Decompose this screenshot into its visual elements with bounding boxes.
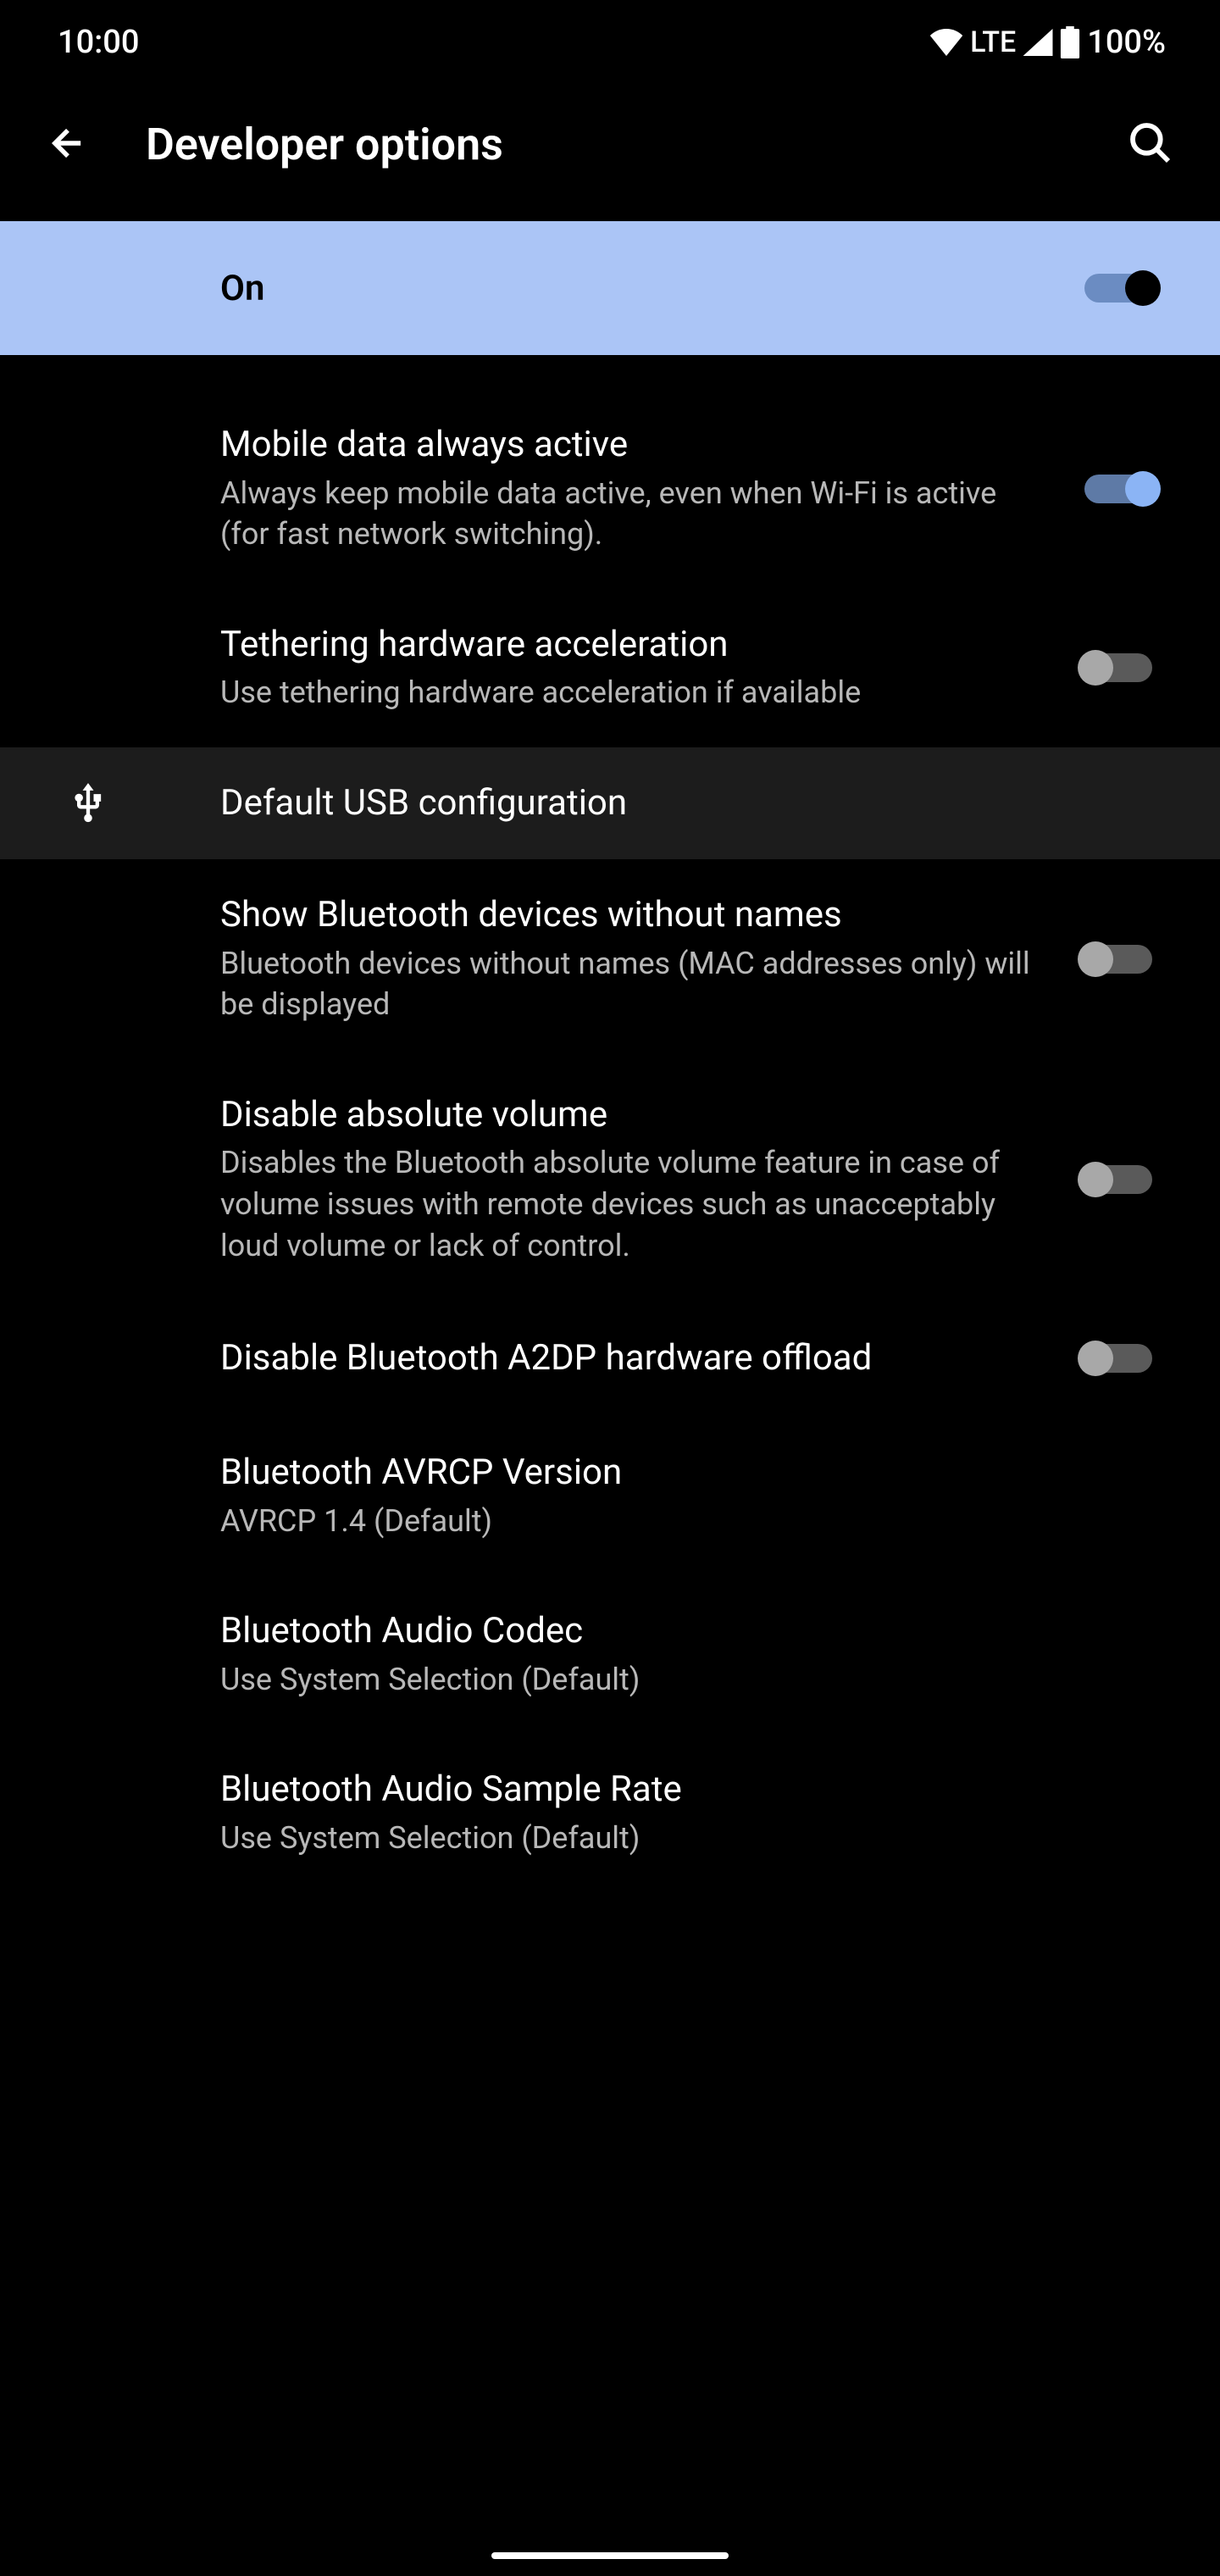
setting-title: Disable absolute volume bbox=[220, 1093, 1037, 1138]
status-bar: 10:00 LTE 100% bbox=[0, 0, 1220, 85]
setting-title: Bluetooth Audio Codec bbox=[220, 1609, 1166, 1654]
setting-avrcp-version[interactable]: Bluetooth AVRCP Version AVRCP 1.4 (Defau… bbox=[0, 1417, 1220, 1575]
battery-label: 100% bbox=[1087, 24, 1166, 61]
setting-absolute-volume[interactable]: Disable absolute volume Disables the Blu… bbox=[0, 1059, 1220, 1300]
setting-bt-no-names[interactable]: Show Bluetooth devices without names Blu… bbox=[0, 859, 1220, 1059]
setting-subtitle: Disables the Bluetooth absolute volume f… bbox=[220, 1142, 1037, 1266]
setting-title: Mobile data always active bbox=[220, 423, 1037, 468]
app-bar: Developer options bbox=[0, 85, 1220, 221]
signal-icon bbox=[1023, 29, 1053, 56]
setting-audio-codec[interactable]: Bluetooth Audio Codec Use System Selecti… bbox=[0, 1575, 1220, 1734]
toggle-switch[interactable] bbox=[1071, 1334, 1166, 1383]
setting-title: Disable Bluetooth A2DP hardware offload bbox=[220, 1336, 1037, 1381]
setting-title: Show Bluetooth devices without names bbox=[220, 893, 1037, 938]
toggle-switch[interactable] bbox=[1071, 1155, 1166, 1204]
setting-title: Tethering hardware acceleration bbox=[220, 623, 1037, 668]
master-toggle-switch[interactable] bbox=[1071, 264, 1166, 313]
status-right: LTE 100% bbox=[929, 24, 1166, 61]
master-toggle-label: On bbox=[220, 268, 264, 309]
back-icon[interactable] bbox=[46, 121, 90, 169]
toggle-switch[interactable] bbox=[1071, 935, 1166, 984]
setting-mobile-data[interactable]: Mobile data always active Always keep mo… bbox=[0, 389, 1220, 589]
setting-subtitle: Use System Selection (Default) bbox=[220, 1659, 1166, 1701]
master-toggle-row[interactable]: On bbox=[0, 221, 1220, 355]
setting-title: Default USB configuration bbox=[220, 781, 1166, 826]
battery-icon bbox=[1060, 26, 1080, 58]
setting-subtitle: AVRCP 1.4 (Default) bbox=[220, 1501, 1166, 1542]
setting-usb-config[interactable]: Default USB configuration bbox=[0, 747, 1220, 860]
setting-audio-sample-rate[interactable]: Bluetooth Audio Sample Rate Use System S… bbox=[0, 1734, 1220, 1892]
setting-title: Bluetooth Audio Sample Rate bbox=[220, 1768, 1166, 1813]
page-title: Developer options bbox=[146, 119, 1071, 170]
setting-title: Bluetooth AVRCP Version bbox=[220, 1451, 1166, 1496]
network-label: LTE bbox=[970, 25, 1016, 59]
status-time: 10:00 bbox=[58, 24, 139, 61]
navigation-bar bbox=[0, 2535, 1220, 2576]
settings-list: Mobile data always active Always keep mo… bbox=[0, 355, 1220, 1893]
wifi-icon bbox=[929, 29, 963, 56]
setting-a2dp-offload[interactable]: Disable Bluetooth A2DP hardware offload bbox=[0, 1300, 1220, 1417]
setting-tethering[interactable]: Tethering hardware acceleration Use teth… bbox=[0, 589, 1220, 747]
setting-subtitle: Bluetooth devices without names (MAC add… bbox=[220, 943, 1037, 1025]
home-indicator[interactable] bbox=[491, 2552, 729, 2559]
search-icon[interactable] bbox=[1127, 119, 1174, 170]
setting-subtitle: Use tethering hardware acceleration if a… bbox=[220, 672, 1037, 713]
usb-icon bbox=[46, 781, 220, 825]
toggle-switch[interactable] bbox=[1071, 464, 1166, 514]
setting-subtitle: Use System Selection (Default) bbox=[220, 1818, 1166, 1859]
toggle-switch[interactable] bbox=[1071, 643, 1166, 692]
setting-subtitle: Always keep mobile data active, even whe… bbox=[220, 473, 1037, 555]
